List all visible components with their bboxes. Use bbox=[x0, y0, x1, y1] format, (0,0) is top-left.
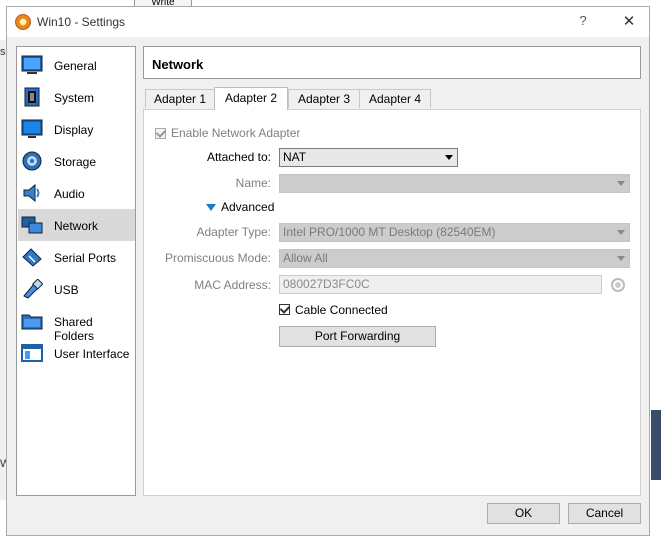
enable-adapter-label: Enable Network Adapter bbox=[171, 126, 301, 140]
general-icon bbox=[21, 55, 43, 74]
port-forwarding-button[interactable]: Port Forwarding bbox=[279, 326, 436, 347]
enable-adapter-checkbox[interactable] bbox=[155, 127, 167, 139]
tab-adapter-1[interactable]: Adapter 1 bbox=[145, 89, 215, 108]
adapter-panel: Enable Network Adapter Attached to: NAT … bbox=[143, 109, 641, 496]
chevron-down-icon bbox=[617, 230, 625, 235]
close-button[interactable]: ✕ bbox=[619, 12, 639, 32]
check-mark-icon bbox=[279, 303, 291, 314]
sidebar-item-general[interactable]: General bbox=[18, 49, 135, 81]
attached-to-value: NAT bbox=[283, 150, 307, 164]
background-window-edge-right bbox=[651, 410, 661, 480]
sidebar-item-user-interface[interactable]: User Interface bbox=[18, 337, 135, 369]
sidebar-item-label: System bbox=[54, 91, 95, 105]
audio-icon bbox=[23, 183, 40, 203]
sidebar-item-storage[interactable]: Storage bbox=[18, 145, 135, 177]
chevron-down-icon bbox=[617, 256, 625, 261]
usb-icon bbox=[23, 279, 43, 299]
serial-ports-icon bbox=[22, 248, 42, 267]
sidebar-item-usb[interactable]: USB bbox=[18, 273, 135, 305]
mac-address-label: MAC Address: bbox=[194, 278, 271, 292]
advanced-toggle-label[interactable]: Advanced bbox=[221, 200, 274, 214]
storage-icon bbox=[22, 151, 42, 171]
page-title: Network bbox=[152, 57, 204, 72]
sidebar-item-label: Serial Ports bbox=[54, 251, 117, 265]
window-title: Win10 - Settings bbox=[37, 15, 126, 29]
sidebar-item-shared-folders[interactable]: Shared Folders bbox=[18, 305, 135, 343]
adapter-type-label: Adapter Type: bbox=[196, 225, 272, 239]
promiscuous-mode-value: Allow All bbox=[283, 251, 328, 265]
sidebar-item-display[interactable]: Display bbox=[18, 113, 135, 145]
settings-dialog: Win10 - Settings ? ✕ General System Disp… bbox=[6, 6, 650, 536]
name-label: Name: bbox=[235, 176, 271, 190]
promiscuous-mode-select[interactable]: Allow All bbox=[279, 249, 630, 268]
title-bar: Win10 - Settings ? ✕ bbox=[7, 7, 649, 37]
adapter-type-value: Intel PRO/1000 MT Desktop (82540EM) bbox=[283, 225, 496, 239]
cable-connected-label: Cable Connected bbox=[295, 303, 388, 317]
ok-button[interactable]: OK bbox=[487, 503, 560, 524]
cable-connected-checkbox[interactable] bbox=[279, 303, 291, 315]
virtualbox-app-icon bbox=[15, 14, 31, 30]
display-icon bbox=[21, 119, 43, 138]
chevron-down-icon bbox=[445, 155, 453, 160]
shared-folders-icon bbox=[21, 314, 43, 330]
page-header: Network bbox=[143, 46, 641, 79]
mac-address-field[interactable]: 080027D3FC0C bbox=[279, 275, 602, 294]
name-select[interactable] bbox=[279, 174, 630, 193]
tab-adapter-3[interactable]: Adapter 3 bbox=[288, 89, 360, 108]
user-interface-icon bbox=[21, 344, 43, 362]
sidebar-item-label: User Interface bbox=[54, 347, 130, 361]
check-mark-icon bbox=[155, 127, 167, 138]
sidebar-item-label: USB bbox=[54, 283, 79, 297]
cancel-button[interactable]: Cancel bbox=[568, 503, 641, 524]
sidebar-item-audio[interactable]: Audio bbox=[18, 177, 135, 209]
promiscuous-mode-label: Promiscuous Mode: bbox=[164, 251, 271, 265]
attached-to-label: Attached to: bbox=[206, 150, 271, 164]
sidebar-item-label: Network bbox=[54, 219, 99, 233]
advanced-expand-icon[interactable] bbox=[206, 204, 216, 211]
settings-sidebar: General System Display Storage Audio Net… bbox=[16, 46, 136, 496]
attached-to-select[interactable]: NAT bbox=[279, 148, 458, 167]
chevron-down-icon bbox=[617, 181, 625, 186]
tab-adapter-2[interactable]: Adapter 2 bbox=[214, 87, 288, 110]
help-button[interactable]: ? bbox=[573, 13, 593, 31]
refresh-mac-icon[interactable] bbox=[611, 278, 625, 292]
network-icon bbox=[21, 216, 43, 234]
sidebar-item-label: Storage bbox=[54, 155, 97, 169]
sidebar-item-system[interactable]: System bbox=[18, 81, 135, 113]
sidebar-item-serial-ports[interactable]: Serial Ports bbox=[18, 241, 135, 273]
tab-adapter-4[interactable]: Adapter 4 bbox=[359, 89, 431, 108]
sidebar-item-label: General bbox=[54, 59, 97, 73]
system-icon bbox=[24, 87, 40, 107]
sidebar-item-label: Display bbox=[54, 123, 94, 137]
adapter-type-select[interactable]: Intel PRO/1000 MT Desktop (82540EM) bbox=[279, 223, 630, 242]
sidebar-item-network[interactable]: Network bbox=[18, 209, 135, 241]
sidebar-item-label: Audio bbox=[54, 187, 85, 201]
